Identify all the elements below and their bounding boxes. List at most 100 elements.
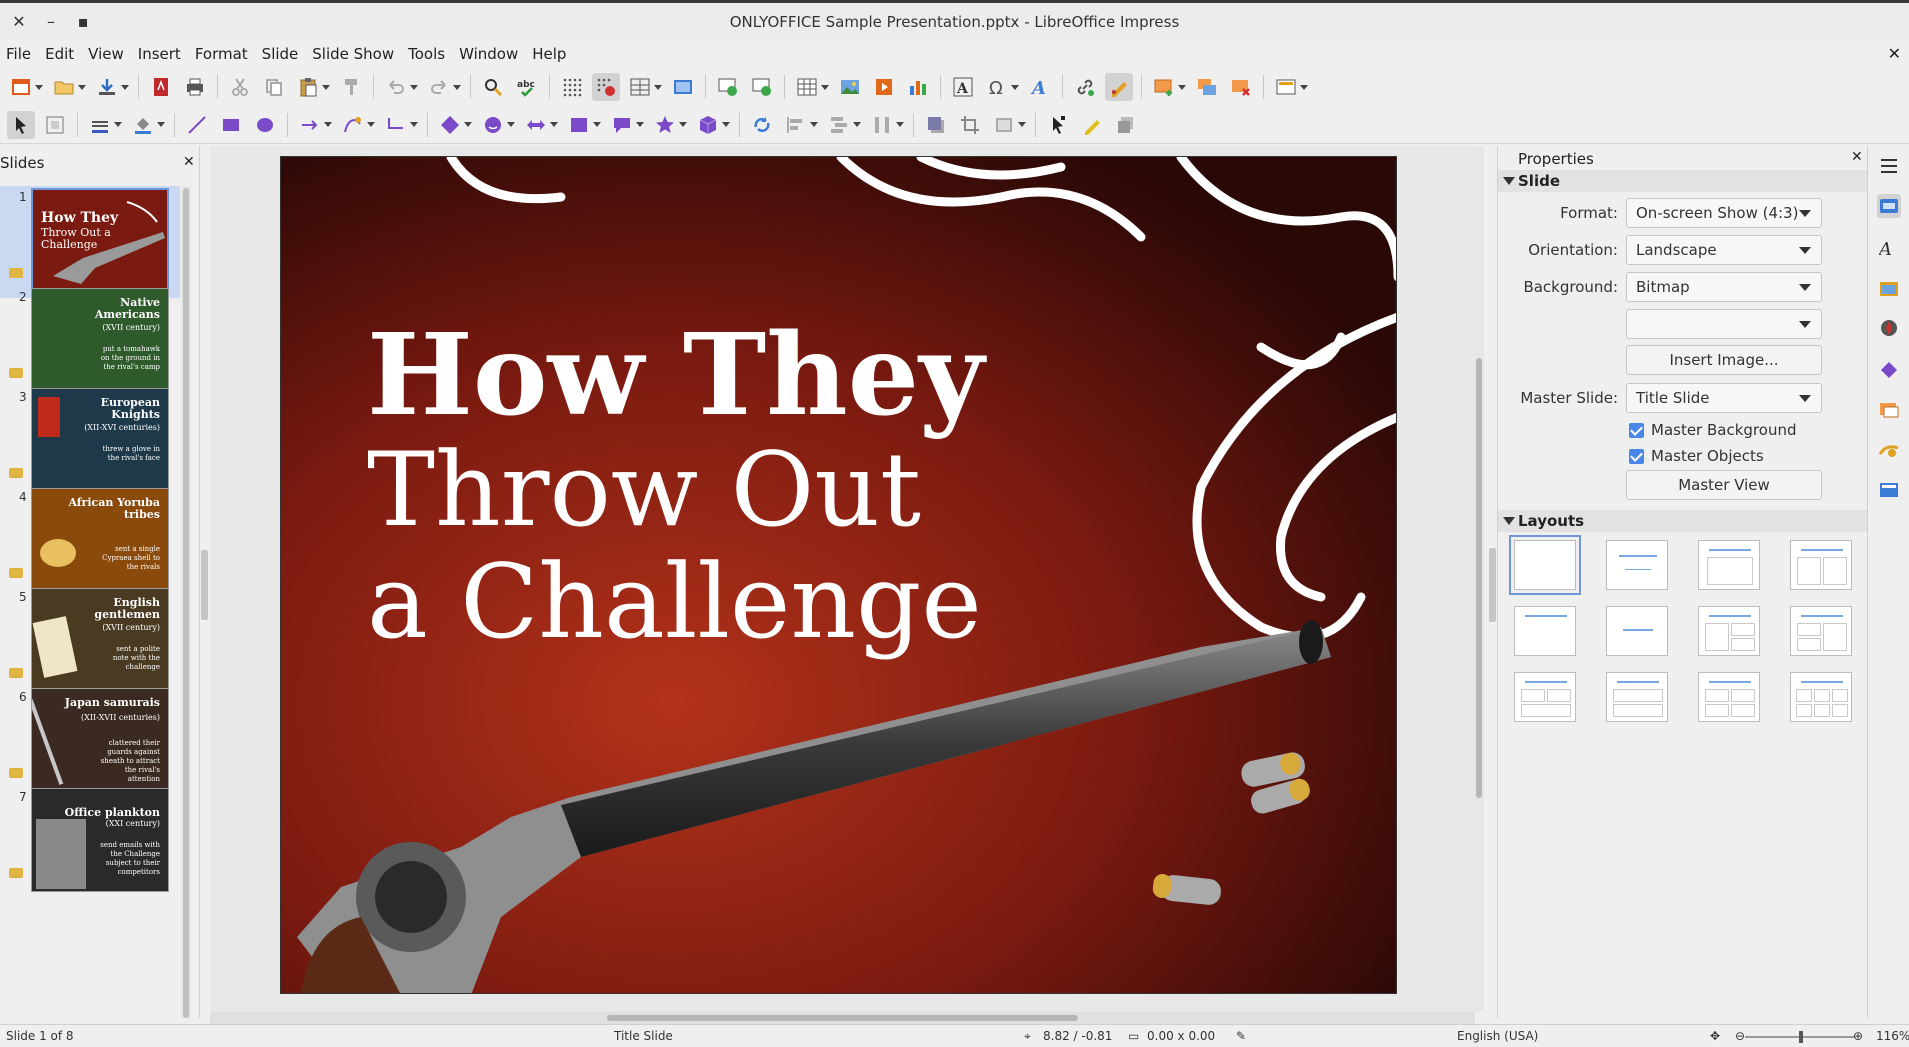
- properties-close-icon[interactable]: ✕: [1851, 149, 1863, 165]
- hyperlink-icon[interactable]: [1071, 73, 1099, 101]
- save-dropdown[interactable]: [121, 73, 129, 101]
- editing-vertical-scroll-thumb[interactable]: [1476, 358, 1482, 798]
- slide-layout-dropdown[interactable]: [1300, 73, 1308, 101]
- current-slide[interactable]: How They Throw Out a Challenge: [280, 156, 1397, 994]
- navigator-deck-icon[interactable]: [1877, 316, 1901, 340]
- new-slide-icon[interactable]: [1150, 73, 1178, 101]
- insert-image-icon[interactable]: [836, 73, 864, 101]
- slides-pane-collapse-handle[interactable]: [201, 550, 208, 620]
- show-comments-icon[interactable]: [1105, 73, 1133, 101]
- rotate-icon[interactable]: [748, 111, 776, 139]
- layout-title-6-content[interactable]: [1790, 672, 1852, 722]
- insert-image-button[interactable]: Insert Image...: [1626, 345, 1822, 375]
- master-objects-checkbox[interactable]: Master Objects: [1629, 447, 1764, 465]
- fontwork-icon[interactable]: A: [1026, 73, 1054, 101]
- menu-window[interactable]: Window: [453, 45, 526, 63]
- find-replace-icon[interactable]: [479, 73, 507, 101]
- spelling-icon[interactable]: abc: [513, 73, 541, 101]
- language-status[interactable]: English (USA): [1457, 1029, 1538, 1043]
- gallery-deck-icon[interactable]: [1877, 276, 1901, 300]
- block-arrows-icon[interactable]: [522, 111, 550, 139]
- slides-pane-scrollbar[interactable]: [181, 186, 191, 1018]
- special-character-dropdown[interactable]: [1011, 73, 1019, 101]
- 3d-objects-icon[interactable]: [694, 111, 722, 139]
- editing-horizontal-scrollbar[interactable]: [210, 1012, 1475, 1024]
- new-document-dropdown[interactable]: [35, 73, 43, 101]
- export-pdf-icon[interactable]: [147, 73, 175, 101]
- menu-view[interactable]: View: [82, 45, 132, 63]
- curves-icon[interactable]: [339, 111, 367, 139]
- stars-dropdown[interactable]: [679, 111, 687, 139]
- menu-help[interactable]: Help: [526, 45, 574, 63]
- ellipse-icon[interactable]: [251, 111, 279, 139]
- layout-title-content-over-content[interactable]: [1606, 672, 1668, 722]
- document-close-icon[interactable]: ✕: [1888, 44, 1901, 63]
- menu-slide[interactable]: Slide: [256, 45, 307, 63]
- undo-icon[interactable]: [382, 73, 410, 101]
- slide-section-header[interactable]: Slide: [1498, 170, 1868, 192]
- start-from-first-icon[interactable]: [714, 73, 742, 101]
- layout-blank[interactable]: [1509, 535, 1581, 595]
- new-slide-dropdown[interactable]: [1178, 73, 1186, 101]
- zoom-in-icon[interactable]: ⊕: [1853, 1029, 1863, 1043]
- menu-slide-show[interactable]: Slide Show: [306, 45, 402, 63]
- arrange-dropdown[interactable]: [853, 111, 861, 139]
- lines-arrows-dropdown[interactable]: [324, 111, 332, 139]
- layouts-section-header[interactable]: Layouts: [1498, 510, 1868, 532]
- distribute-icon[interactable]: [868, 111, 896, 139]
- callouts-dropdown[interactable]: [636, 111, 644, 139]
- slides-pane-scroll-thumb[interactable]: [183, 188, 189, 1018]
- insert-table-icon[interactable]: [793, 73, 821, 101]
- lines-arrows-icon[interactable]: [296, 111, 324, 139]
- slides-pane-close-icon[interactable]: ✕: [183, 154, 195, 170]
- symbol-shapes-icon[interactable]: [479, 111, 507, 139]
- fit-slide-icon[interactable]: ✥: [1710, 1029, 1720, 1043]
- start-from-current-icon[interactable]: [748, 73, 776, 101]
- save-icon[interactable]: [93, 73, 121, 101]
- paste-icon[interactable]: [294, 73, 322, 101]
- flowchart-icon[interactable]: [565, 111, 593, 139]
- zoom-slider-thumb[interactable]: [1799, 1031, 1803, 1043]
- zoom-percentage[interactable]: 116%: [1876, 1029, 1909, 1043]
- menu-insert[interactable]: Insert: [132, 45, 189, 63]
- insert-chart-icon[interactable]: [904, 73, 932, 101]
- sidebar-collapse-handle[interactable]: [1489, 548, 1496, 622]
- select-pointer-icon[interactable]: [7, 110, 35, 139]
- slide-title[interactable]: How They Throw Out a Challenge: [367, 317, 1167, 659]
- filter-dropdown[interactable]: [1018, 111, 1026, 139]
- helplines-dropdown[interactable]: [654, 73, 662, 101]
- insert-media-icon[interactable]: [870, 73, 898, 101]
- align-objects-dropdown[interactable]: [810, 111, 818, 139]
- curves-dropdown[interactable]: [367, 111, 375, 139]
- open-dropdown[interactable]: [78, 73, 86, 101]
- layout-title-2-content-over[interactable]: [1514, 672, 1576, 722]
- slide-thumbnail-3[interactable]: 3 European Knights (XII-XVI centuries) t…: [0, 386, 180, 498]
- redo-icon[interactable]: [425, 73, 453, 101]
- layout-title-4-content[interactable]: [1698, 672, 1760, 722]
- distribute-dropdown[interactable]: [896, 111, 904, 139]
- background-bitmap-select[interactable]: [1626, 309, 1822, 339]
- special-character-icon[interactable]: Ω: [983, 73, 1011, 101]
- basic-shapes-icon[interactable]: [436, 111, 464, 139]
- zoom-out-icon[interactable]: ⊖: [1735, 1029, 1745, 1043]
- print-icon[interactable]: [181, 73, 209, 101]
- sidebar-menu-icon[interactable]: [1877, 154, 1901, 178]
- symbol-shapes-dropdown[interactable]: [507, 111, 515, 139]
- points-edit-icon[interactable]: [1044, 111, 1072, 139]
- slide-thumbnail-1[interactable]: 1 How They Throw Out a Challenge: [0, 186, 180, 298]
- helplines-icon[interactable]: [626, 73, 654, 101]
- stars-icon[interactable]: [651, 111, 679, 139]
- fill-color-icon[interactable]: [129, 111, 157, 139]
- display-views-icon[interactable]: [669, 73, 697, 101]
- layout-title-content[interactable]: [1698, 540, 1760, 590]
- window-maximize-button[interactable]: ▪: [70, 9, 96, 35]
- callouts-icon[interactable]: [608, 111, 636, 139]
- animation-deck-icon[interactable]: [1877, 438, 1901, 462]
- delete-slide-icon[interactable]: [1227, 73, 1255, 101]
- undo-dropdown[interactable]: [410, 73, 418, 101]
- slide-transition-deck-icon[interactable]: [1877, 398, 1901, 422]
- window-close-button[interactable]: ✕: [6, 9, 32, 35]
- align-objects-icon[interactable]: [782, 111, 810, 139]
- open-folder-icon[interactable]: [50, 73, 78, 101]
- menu-edit[interactable]: Edit: [39, 45, 82, 63]
